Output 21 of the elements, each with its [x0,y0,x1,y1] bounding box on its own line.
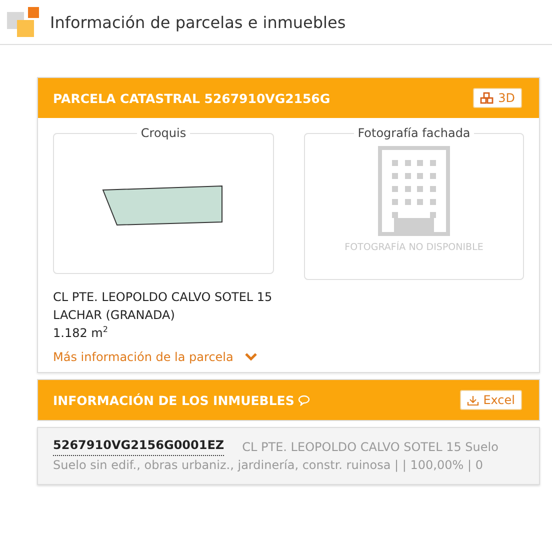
3d-button[interactable]: 3D [473,88,522,108]
property-row[interactable]: 5267910VG2156G0001EZ CL PTE. LEOPOLDO CALVO SOTEL 15 Suelo Suelo sin edif., obras urbaniz., jardinería, constr. ruinosa | | 100,00% | 0 [37,427,540,485]
address-line: LACHAR (GRANADA) [53,307,176,324]
sketch-title: Croquis [140,126,188,140]
building-icon [378,146,450,236]
photo-title: Fotografía fachada [356,126,472,140]
speech-bubble-icon [298,394,310,406]
page-title: Información de parcelas e inmuebles [50,12,346,32]
logo-icon [6,5,40,39]
address-line: 1.182 m$^{2}$ [53,324,109,342]
property-reference[interactable]: 5267910VG2156G0001EZ [53,438,224,456]
property-address: CL PTE. LEOPOLDO CALVO SOTEL 15 Suelo [242,439,498,456]
panel-title: PARCELA CATASTRAL 5267910VG2156G [53,90,330,106]
more-info-link[interactable]: Más información de la parcela [53,350,524,364]
address-line: CL PTE. LEOPOLDO CALVO SOTEL 15 [53,289,274,306]
excel-button[interactable]: Excel [460,390,522,410]
panel-title: INFORMACIÓN DE LOS INMUEBLES [53,392,294,408]
download-icon [467,394,480,406]
property-details: Suelo sin edif., obras urbaniz., jardinería, constr. ruinosa | | 100,00% | 0 [53,457,484,474]
photo-unavailable-text: FOTOGRAFÍA NO DISPONIBLE [344,242,484,253]
cubes-icon [480,92,494,104]
